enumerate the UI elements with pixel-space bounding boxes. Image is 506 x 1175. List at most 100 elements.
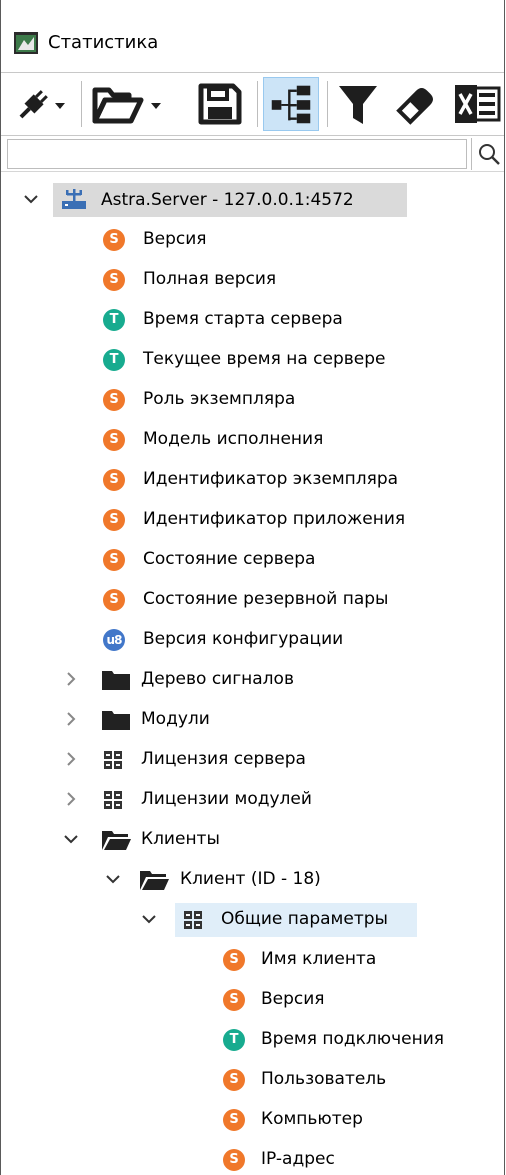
tree-item[interactable]: S Модель исполнения [1, 421, 504, 457]
tree-item-label: Время старта сервера [143, 309, 343, 329]
chevron-down-icon[interactable] [141, 911, 157, 927]
tree-item-label: Версия [143, 229, 207, 249]
tree-item[interactable]: u8 Версия конфигурации [1, 621, 504, 657]
toolbar [1, 72, 504, 136]
tree-item[interactable]: S Идентификатор приложения [1, 501, 504, 537]
filter-icon[interactable] [333, 77, 383, 131]
tree-item-label: Модель исполнения [143, 429, 324, 449]
tree-item-label: Состояние резервной пары [143, 589, 389, 609]
tree-item-label: Пользователь [261, 1069, 387, 1089]
tree-node-server-license[interactable]: Лицензия сервера [1, 741, 504, 777]
string-type-icon: S [223, 1069, 245, 1091]
string-type-icon: S [223, 989, 245, 1011]
tree-item-label: Полная версия [143, 269, 277, 289]
folder-icon [102, 711, 130, 730]
chevron-right-icon[interactable] [63, 751, 79, 767]
string-type-icon: S [103, 229, 125, 251]
string-type-icon: S [223, 949, 245, 971]
tree-item-label: IP-адрес [261, 1149, 335, 1169]
server-network-icon [62, 189, 86, 209]
tree-item-label: Идентификатор экземпляра [143, 469, 399, 489]
tree-item-label: Идентификатор приложения [143, 509, 406, 529]
folder-open-icon[interactable] [87, 77, 187, 131]
statistics-window: Статистика Astra.Server - 127.0.0.1:4572… [0, 0, 505, 1175]
string-type-icon: S [103, 469, 125, 491]
string-type-icon: S [103, 269, 125, 291]
uint8-type-icon: u8 [103, 629, 125, 651]
search-button[interactable] [471, 138, 504, 170]
tree-item-label: Состояние сервера [143, 549, 316, 569]
tree-item[interactable]: S Полная версия [1, 261, 504, 297]
tree-node-label: Клиент (ID - 18) [180, 869, 321, 889]
tree-item[interactable]: S Идентификатор экземпляра [1, 461, 504, 497]
chevron-right-icon[interactable] [63, 711, 79, 727]
tree-item[interactable]: T Время подключения [1, 1021, 504, 1057]
tree-view-icon[interactable] [263, 77, 319, 131]
tree-node-modules[interactable]: Модули [1, 701, 504, 737]
excel-icon[interactable] [451, 77, 505, 131]
tree-node-label: Общие параметры [221, 909, 388, 929]
string-type-icon: S [103, 389, 125, 411]
tree-item-label: Роль экземпляра [143, 389, 296, 409]
tree-node-label: Лицензия сервера [141, 749, 306, 769]
tree-item-label: Время подключения [261, 1029, 444, 1049]
folder-open-icon [102, 831, 131, 850]
tree-item[interactable]: S Пользователь [1, 1061, 504, 1097]
chevron-down-icon[interactable] [63, 831, 79, 847]
tree-node-server[interactable]: Astra.Server - 127.0.0.1:4572 [1, 181, 504, 217]
search-input[interactable] [7, 139, 467, 169]
search-bar [1, 136, 504, 172]
tree-item-label: Версия конфигурации [143, 629, 344, 649]
tree-item-label: Имя клиента [261, 949, 377, 969]
tree-item[interactable]: S Состояние сервера [1, 541, 504, 577]
chevron-right-icon[interactable] [63, 671, 79, 687]
tree-item[interactable]: T Текущее время на сервере [1, 341, 504, 377]
tree-item[interactable]: S IP-адрес [1, 1141, 504, 1175]
tree-node-label: Модули [141, 709, 210, 729]
tree-item-label: Компьютер [261, 1109, 363, 1129]
tree-item-label: Текущее время на сервере [143, 349, 386, 369]
time-type-icon: T [103, 309, 125, 331]
tree-node-client[interactable]: Клиент (ID - 18) [1, 861, 504, 897]
chevron-down-icon[interactable] [23, 191, 39, 207]
tree-item[interactable]: S Состояние резервной пары [1, 581, 504, 617]
eraser-icon[interactable] [391, 77, 441, 131]
string-type-icon: S [103, 509, 125, 531]
grid-icon [104, 791, 122, 809]
tree-item-label: Версия [261, 989, 325, 1009]
tree-node-general-params[interactable]: Общие параметры [1, 901, 504, 937]
time-type-icon: T [223, 1029, 245, 1051]
window-title: Статистика [48, 32, 159, 53]
title-bar: Статистика [1, 0, 504, 72]
string-type-icon: S [223, 1109, 245, 1131]
folder-open-icon [140, 871, 169, 890]
string-type-icon: S [223, 1149, 245, 1171]
chevron-right-icon[interactable] [63, 791, 79, 807]
string-type-icon: S [103, 429, 125, 451]
tree-node-module-licenses[interactable]: Лицензии модулей [1, 781, 504, 817]
plug-icon[interactable] [9, 77, 71, 131]
tree-node-label: Клиенты [141, 829, 220, 849]
app-icon [14, 32, 38, 54]
server-label: Astra.Server - 127.0.0.1:4572 [101, 190, 354, 210]
tree-node-label: Дерево сигналов [141, 669, 294, 689]
save-icon[interactable] [195, 77, 245, 131]
chevron-down-icon[interactable] [105, 871, 121, 887]
search-icon [479, 144, 500, 165]
tree-node-signal-tree[interactable]: Дерево сигналов [1, 661, 504, 697]
tree-node-label: Лицензии модулей [141, 789, 312, 809]
grid-icon [184, 911, 202, 929]
tree-node-clients[interactable]: Клиенты [1, 821, 504, 857]
tree-item[interactable]: S Компьютер [1, 1101, 504, 1137]
tree-item[interactable]: S Версия [1, 981, 504, 1017]
string-type-icon: S [103, 549, 125, 571]
tree-item[interactable]: S Роль экземпляра [1, 381, 504, 417]
folder-icon [102, 671, 130, 690]
time-type-icon: T [103, 349, 125, 371]
tree-item[interactable]: S Имя клиента [1, 941, 504, 977]
tree-item[interactable]: S Версия [1, 221, 504, 257]
grid-icon [104, 751, 122, 769]
tree-item[interactable]: T Время старта сервера [1, 301, 504, 337]
string-type-icon: S [103, 589, 125, 611]
dropdown-arrow-icon [151, 103, 161, 109]
